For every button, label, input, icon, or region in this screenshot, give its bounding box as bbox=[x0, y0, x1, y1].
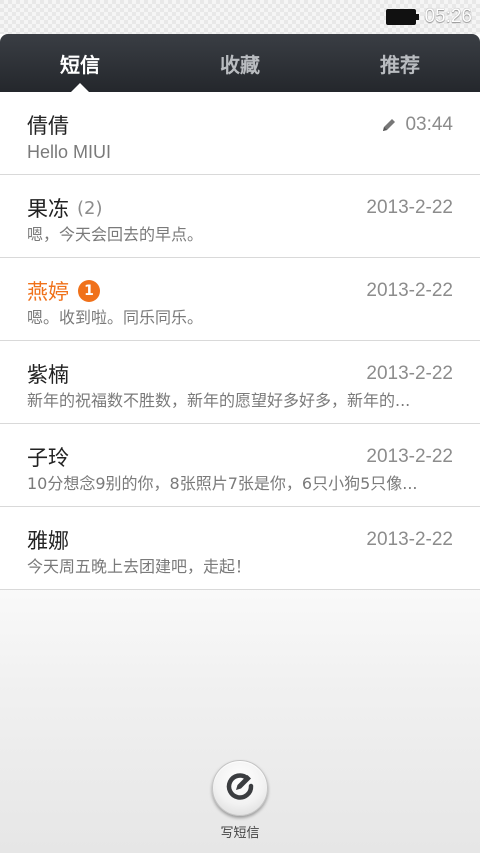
message-time: 03:44 bbox=[381, 112, 453, 138]
compose-area: 写短信 bbox=[190, 760, 290, 841]
battery-icon bbox=[386, 9, 420, 25]
tab-active-indicator bbox=[71, 83, 89, 92]
message-preview: 今天周五晚上去团建吧，走起！ bbox=[27, 557, 252, 576]
tab-messages[interactable]: 短信 bbox=[0, 34, 160, 92]
status-bar: 05:26 bbox=[0, 0, 480, 34]
message-count: (2) bbox=[77, 197, 103, 219]
tab-label: 收藏 bbox=[220, 52, 260, 77]
tab-favorites[interactable]: 收藏 bbox=[160, 34, 320, 92]
tab-recommended[interactable]: 推荐 bbox=[320, 34, 480, 92]
message-row[interactable]: 雅娜 2013-2-22 今天周五晚上去团建吧，走起！ bbox=[0, 507, 480, 590]
message-time-text: 03:44 bbox=[405, 114, 453, 135]
message-time: 2013-2-22 bbox=[366, 195, 453, 221]
compose-label: 写短信 bbox=[220, 826, 260, 841]
message-time-text: 2013-2-22 bbox=[366, 280, 453, 301]
message-preview: 嗯。收到啦。同乐同乐。 bbox=[27, 308, 204, 327]
contact-name: 紫楠 bbox=[27, 363, 69, 387]
tab-label: 短信 bbox=[60, 52, 100, 77]
status-time: 05:26 bbox=[424, 6, 472, 27]
contact-name: 倩倩 bbox=[27, 114, 69, 138]
message-list: 倩倩 03:44 Hello MIUI 果冻 (2) 2013-2-22 嗯，今… bbox=[0, 92, 480, 590]
message-preview: 嗯，今天会回去的早点。 bbox=[27, 225, 204, 244]
status-right: 05:26 bbox=[386, 5, 472, 29]
contact-line: 雅娜 bbox=[27, 526, 69, 554]
message-time-text: 2013-2-22 bbox=[366, 529, 453, 550]
message-time: 2013-2-22 bbox=[366, 361, 453, 387]
contact-line: 紫楠 bbox=[27, 360, 69, 388]
contact-line: 子玲 bbox=[27, 443, 69, 471]
message-row[interactable]: 燕婷 1 2013-2-22 嗯。收到啦。同乐同乐。 bbox=[0, 258, 480, 341]
pencil-draft-icon bbox=[381, 117, 397, 133]
contact-name: 雅娜 bbox=[27, 529, 69, 553]
message-row[interactable]: 倩倩 03:44 Hello MIUI bbox=[0, 92, 480, 175]
message-row[interactable]: 紫楠 2013-2-22 新年的祝福数不胜数，新年的愿望好多好多，新年的... bbox=[0, 341, 480, 424]
message-row[interactable]: 果冻 (2) 2013-2-22 嗯，今天会回去的早点。 bbox=[0, 175, 480, 258]
message-time-text: 2013-2-22 bbox=[366, 446, 453, 467]
contact-name: 果冻 bbox=[27, 197, 69, 221]
unread-badge: 1 bbox=[78, 280, 100, 302]
message-preview: 10分想念9别的你，8张照片7张是你，6只小狗5只像... bbox=[27, 474, 418, 493]
message-row[interactable]: 子玲 2013-2-22 10分想念9别的你，8张照片7张是你，6只小狗5只像.… bbox=[0, 424, 480, 507]
contact-line: 果冻 (2) bbox=[27, 194, 103, 222]
message-time: 2013-2-22 bbox=[366, 444, 453, 470]
compose-icon bbox=[225, 771, 255, 805]
contact-name: 燕婷 bbox=[27, 280, 69, 304]
message-time-text: 2013-2-22 bbox=[366, 197, 453, 218]
contact-line: 倩倩 bbox=[27, 111, 69, 139]
contact-line: 燕婷 1 bbox=[27, 277, 100, 305]
message-preview: 新年的祝福数不胜数，新年的愿望好多好多，新年的... bbox=[27, 391, 411, 410]
message-time: 2013-2-22 bbox=[366, 278, 453, 304]
message-time: 2013-2-22 bbox=[366, 527, 453, 553]
message-preview: Hello MIUI bbox=[27, 142, 112, 162]
tab-bar: 短信 收藏 推荐 bbox=[0, 34, 480, 92]
tab-label: 推荐 bbox=[380, 52, 420, 77]
message-time-text: 2013-2-22 bbox=[366, 363, 453, 384]
compose-button[interactable] bbox=[212, 760, 268, 816]
contact-name: 子玲 bbox=[27, 446, 69, 470]
